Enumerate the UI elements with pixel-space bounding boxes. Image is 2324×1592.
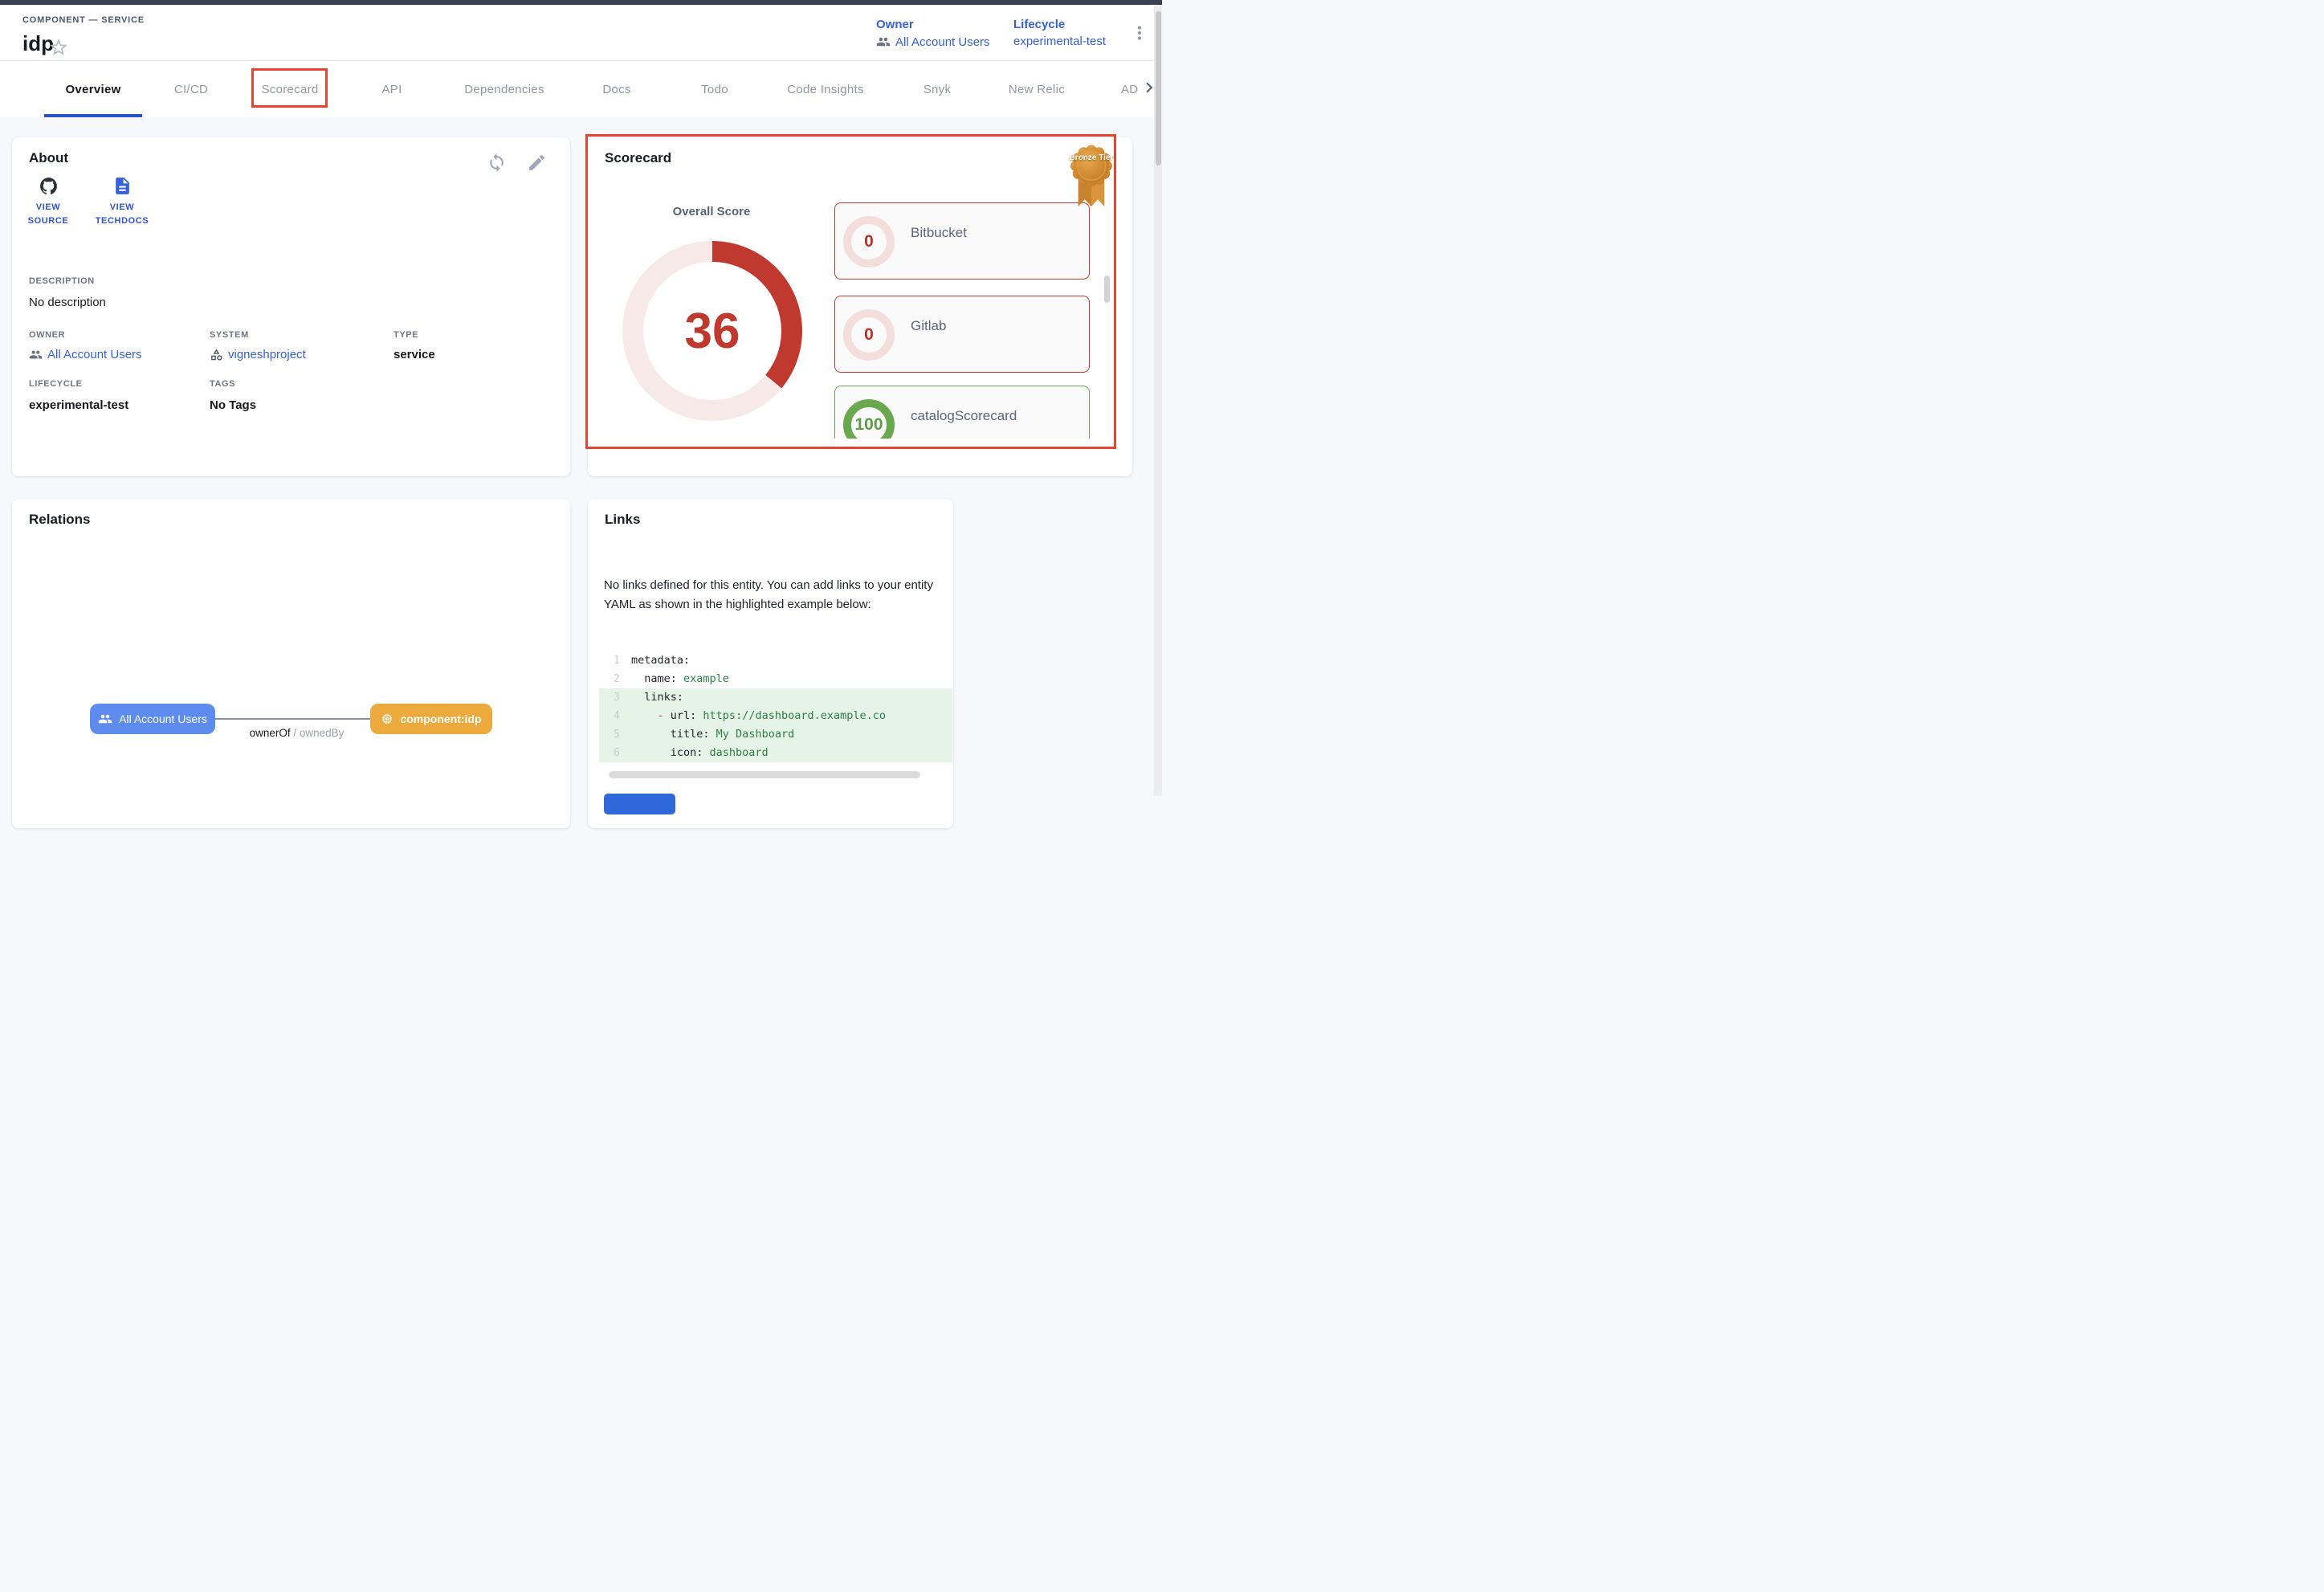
- relation-edge-label: ownerOf / ownedBy: [203, 727, 390, 739]
- tab-ad[interactable]: AD: [1121, 83, 1138, 96]
- score-ring: 0: [843, 216, 895, 267]
- score-item-name: Gitlab: [911, 318, 946, 334]
- lifecycle-value: experimental-test: [1013, 35, 1106, 48]
- score-item-gitlab[interactable]: 0 Gitlab: [834, 296, 1090, 373]
- links-empty-text: No links defined for this entity. You ca…: [604, 576, 944, 614]
- yaml-code-block: 1metadata:2 name: example3 links:4 - url…: [599, 651, 952, 765]
- edge-forward-label: ownerOf: [250, 727, 291, 739]
- relation-node-owner[interactable]: All Account Users: [90, 704, 215, 734]
- relation-edge: [215, 718, 370, 720]
- tags-field-value: No Tags: [210, 398, 256, 412]
- edge-backward-label: ownedBy: [300, 727, 345, 739]
- active-tab-indicator: [44, 114, 142, 117]
- scorecard-title: Scorecard: [605, 150, 671, 166]
- people-icon: [98, 712, 112, 726]
- links-card: Links No links defined for this entity. …: [588, 499, 953, 828]
- type-field-value: service: [393, 348, 435, 361]
- view-techdocs-link[interactable]: VIEW TECHDOCS: [88, 176, 156, 228]
- more-options-icon[interactable]: [1129, 22, 1150, 43]
- score-item-bitbucket[interactable]: 0 Bitbucket: [834, 202, 1090, 280]
- relation-node-owner-label: All Account Users: [119, 712, 207, 725]
- scorecard-list-scrollbar[interactable]: [1104, 276, 1110, 303]
- system-field-link[interactable]: vigneshproject: [210, 348, 306, 361]
- edge-separator: /: [291, 727, 300, 739]
- tab-ci-cd[interactable]: CI/CD: [174, 83, 208, 96]
- score-ring: 0: [843, 309, 895, 361]
- tab-overview[interactable]: Overview: [65, 83, 120, 96]
- tab-bar: Overview CI/CD Scorecard API Dependencies Doc…: [0, 61, 1162, 117]
- tab-api[interactable]: API: [381, 83, 402, 96]
- lifecycle-field-value: experimental-test: [29, 398, 128, 412]
- scorecard-card: Scorecard Bronze Tier: [588, 137, 1132, 476]
- overall-score-label: Overall Score: [647, 205, 776, 218]
- score-item-catalogscorecard[interactable]: 100 catalogScorecard: [834, 386, 1090, 439]
- code-horizontal-scrollbar[interactable]: [609, 771, 920, 778]
- relation-node-component-label: component:idp: [400, 712, 481, 725]
- owner-field-link[interactable]: All Account Users: [29, 348, 142, 361]
- tab-scorecard[interactable]: Scorecard: [261, 83, 318, 96]
- code-line-3: 3 links:: [599, 688, 952, 707]
- view-source-label: VIEW SOURCE: [14, 201, 82, 228]
- view-source-link[interactable]: VIEW SOURCE: [14, 176, 82, 228]
- score-item-name: Bitbucket: [911, 225, 967, 241]
- bronze-tier-label: Bronze Tier: [1068, 153, 1115, 163]
- overall-score-value: 36: [622, 241, 802, 421]
- system-field-label: SYSTEM: [210, 330, 249, 340]
- entity-page: COMPONENT — SERVICE idp Owner All Accoun…: [0, 0, 1162, 796]
- bronze-tier-badge: Bronze Tier: [1068, 141, 1115, 214]
- description-label: DESCRIPTION: [29, 276, 95, 286]
- description-value: No description: [29, 296, 106, 309]
- type-field-label: TYPE: [393, 330, 418, 340]
- code-line-2: 2 name: example: [599, 670, 952, 688]
- edit-icon[interactable]: [527, 153, 548, 173]
- scorecard-list: 0 Bitbucket 0 Gitlab 100 catalogScorecard: [834, 197, 1091, 439]
- owner-field-label: OWNER: [29, 330, 65, 340]
- tab-dependencies[interactable]: Dependencies: [464, 83, 544, 96]
- tab-snyk[interactable]: Snyk: [923, 83, 952, 96]
- code-line-4: 4 - url: https://dashboard.example.co: [599, 707, 952, 725]
- refresh-icon[interactable]: [487, 153, 508, 173]
- lifecycle-field-label: LIFECYCLE: [29, 379, 83, 389]
- tab-todo[interactable]: Todo: [701, 83, 728, 96]
- breadcrumb: COMPONENT — SERVICE: [22, 15, 145, 25]
- relations-title: Relations: [29, 512, 91, 528]
- techdocs-icon: [112, 176, 133, 196]
- owner-label: Owner: [876, 18, 914, 31]
- favorite-star-icon[interactable]: [48, 37, 69, 58]
- owner-value: All Account Users: [895, 35, 990, 49]
- tags-field-label: TAGS: [210, 379, 235, 389]
- people-icon: [29, 348, 43, 361]
- tab-docs[interactable]: Docs: [602, 83, 630, 96]
- owner-field-value: All Account Users: [47, 348, 142, 361]
- about-card: About VIEW SOURCE VIEW TECHDOCS DESCRIPT…: [12, 137, 570, 476]
- score-item-name: catalogScorecard: [911, 408, 1017, 424]
- links-action-button-partial[interactable]: [604, 794, 675, 814]
- view-techdocs-label: VIEW TECHDOCS: [88, 201, 156, 228]
- code-line-1: 1metadata:: [599, 651, 952, 670]
- code-line-6: 6 icon: dashboard: [599, 744, 952, 762]
- entity-header: COMPONENT — SERVICE idp Owner All Accoun…: [0, 5, 1162, 61]
- github-icon: [39, 176, 59, 196]
- code-line-5: 5 title: My Dashboard: [599, 725, 952, 744]
- score-ring: 100: [843, 399, 895, 439]
- system-icon: [210, 348, 223, 361]
- tab-code-insights[interactable]: Code Insights: [787, 83, 864, 96]
- lifecycle-label: Lifecycle: [1013, 18, 1065, 31]
- owner-link[interactable]: All Account Users: [876, 35, 990, 49]
- chip-icon: [381, 712, 393, 725]
- about-title: About: [29, 150, 68, 166]
- tab-new-relic[interactable]: New Relic: [1009, 83, 1065, 96]
- people-icon: [876, 35, 891, 49]
- relations-card: Relations All Account Users component:id…: [12, 499, 570, 828]
- page-scrollbar-thumb[interactable]: [1156, 11, 1161, 165]
- system-field-value: vigneshproject: [228, 348, 306, 361]
- links-title: Links: [605, 512, 640, 528]
